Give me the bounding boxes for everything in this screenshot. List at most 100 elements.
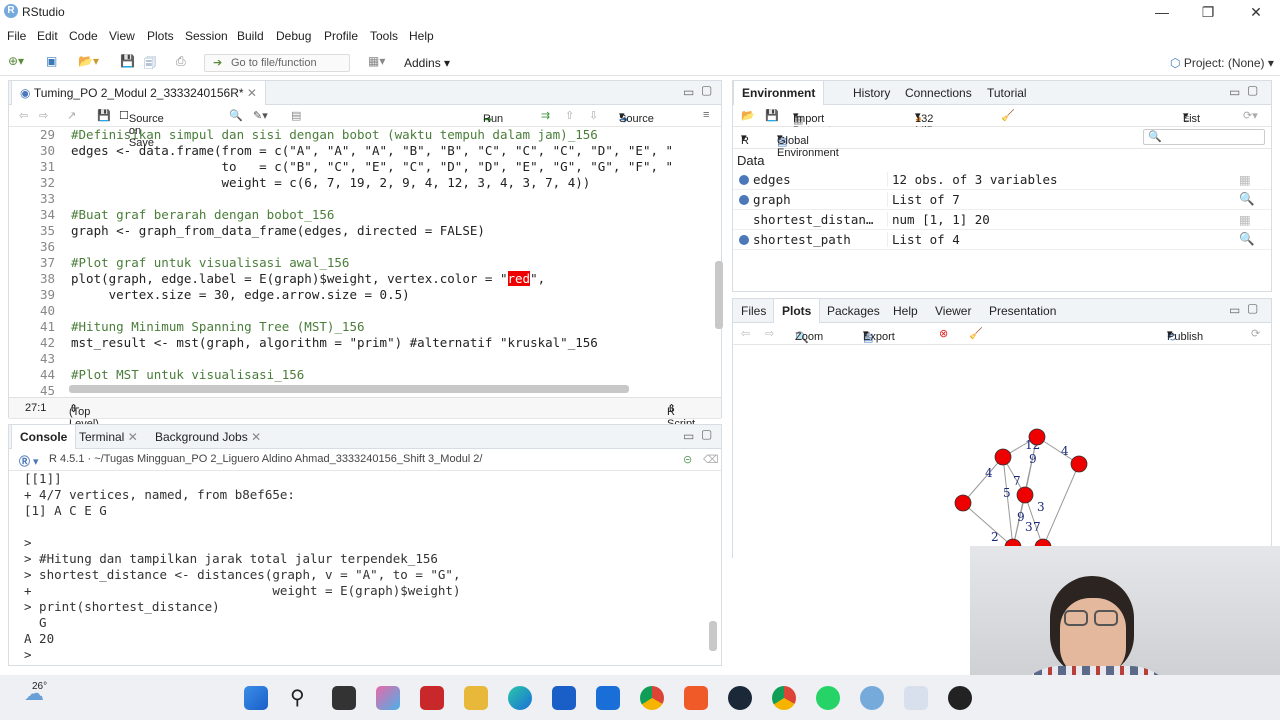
- source-button[interactable]: ➔ Source ▾: [619, 109, 654, 126]
- console-output[interactable]: [[1]] + 4/7 vertices, named, from b8ef65e…: [9, 469, 709, 665]
- next-plot-icon[interactable]: ⇨: [765, 327, 774, 340]
- tab-tutorial[interactable]: Tutorial: [979, 81, 1035, 105]
- close-jobs-icon[interactable]: ✕: [251, 430, 261, 444]
- go-down-icon[interactable]: ⇩: [589, 109, 598, 122]
- menu-debug[interactable]: Debug: [276, 29, 311, 43]
- back-arrow-icon[interactable]: ⇦: [19, 109, 28, 122]
- minimize-console-icon[interactable]: ▭: [683, 429, 694, 443]
- env-row[interactable]: shortest_path List of 4 🔍: [733, 230, 1271, 250]
- print-icon[interactable]: ⎙: [176, 54, 186, 69]
- menu-help[interactable]: Help: [409, 29, 434, 43]
- remove-plot-icon[interactable]: ⊗: [939, 327, 948, 340]
- expand-icon[interactable]: [739, 195, 749, 205]
- new-project-icon[interactable]: ▣: [46, 54, 57, 68]
- inspect-icon[interactable]: 🔍: [1239, 232, 1255, 247]
- addins-menu[interactable]: Addins ▾: [404, 56, 450, 70]
- minimize-env-icon[interactable]: ▭: [1229, 85, 1240, 99]
- file-type-selector[interactable]: R Script ⇕: [667, 402, 695, 430]
- whatsapp-icon[interactable]: [816, 686, 840, 710]
- save-file-icon[interactable]: 💾: [97, 109, 111, 122]
- close-tab-icon[interactable]: ✕: [247, 86, 257, 100]
- console-scrollbar[interactable]: [709, 621, 717, 651]
- grid-layout-icon[interactable]: ▦▾: [368, 54, 385, 68]
- rerun-icon[interactable]: ⇉: [541, 109, 550, 122]
- maximize-pane-icon[interactable]: ▢: [701, 83, 712, 97]
- menu-edit[interactable]: Edit: [37, 29, 58, 43]
- tab-viewer[interactable]: Viewer: [927, 299, 979, 323]
- tab-presentation[interactable]: Presentation: [981, 299, 1064, 323]
- minimize-plots-icon[interactable]: ▭: [1229, 303, 1240, 317]
- menu-build[interactable]: Build: [237, 29, 264, 43]
- env-row[interactable]: edges 12 obs. of 3 variables ▦: [733, 170, 1271, 190]
- view-table-icon[interactable]: ▦: [1239, 172, 1251, 187]
- editor-tab[interactable]: ◉ Tuming_PO 2_Modul 2_3333240156R* ✕: [11, 81, 266, 105]
- tab-console[interactable]: Console: [11, 425, 77, 449]
- menu-view[interactable]: View: [109, 29, 135, 43]
- obs-icon[interactable]: [948, 686, 972, 710]
- minimize-pane-icon[interactable]: ▭: [683, 85, 694, 99]
- document-outline-icon[interactable]: ▤: [291, 109, 301, 122]
- tab-history[interactable]: History: [845, 81, 898, 105]
- tab-background-jobs[interactable]: Background Jobs ✕: [147, 425, 269, 449]
- tab-terminal[interactable]: Terminal ✕: [71, 425, 146, 449]
- show-in-window-icon[interactable]: ↗: [67, 109, 76, 122]
- env-search-input[interactable]: 🔍: [1143, 129, 1265, 145]
- close-button[interactable]: ✕: [1236, 2, 1276, 22]
- go-up-icon[interactable]: ⇧: [565, 109, 574, 122]
- rstudio-taskbar-icon[interactable]: [860, 686, 884, 710]
- save-icon[interactable]: 💾: [120, 54, 135, 68]
- app-l-icon[interactable]: [420, 686, 444, 710]
- env-row[interactable]: graph List of 7 🔍: [733, 190, 1271, 210]
- forward-arrow-icon[interactable]: ⇨: [39, 109, 48, 122]
- brave-icon[interactable]: [684, 686, 708, 710]
- language-selector[interactable]: R ▾: [741, 131, 749, 147]
- inspect-icon[interactable]: 🔍: [1239, 192, 1255, 207]
- search-icon[interactable]: 🔍: [229, 109, 243, 122]
- scope-env-selector[interactable]: ▤ Global Environment ▾: [777, 131, 839, 159]
- chrome-profile-icon[interactable]: [772, 686, 796, 710]
- tab-help[interactable]: Help: [885, 299, 926, 323]
- view-table-icon[interactable]: ▦: [1239, 212, 1251, 227]
- refresh-plot-icon[interactable]: ⟳: [1251, 327, 1260, 340]
- task-view-icon[interactable]: [332, 686, 356, 710]
- source-on-save-checkbox[interactable]: ☐ Source on Save: [119, 109, 164, 149]
- view-mode-selector[interactable]: ≡ List ▾: [1183, 109, 1200, 125]
- store-icon[interactable]: [552, 686, 576, 710]
- expand-icon[interactable]: [739, 175, 749, 185]
- search-taskbar-icon[interactable]: ⚲: [290, 685, 305, 710]
- refresh-env-icon[interactable]: ⟳▾: [1243, 109, 1258, 122]
- import-dataset-button[interactable]: ▦ Import Dataset ▾: [793, 109, 831, 137]
- memory-usage[interactable]: ◕ 132 MiB ▾: [915, 109, 934, 137]
- maximize-env-icon[interactable]: ▢: [1247, 83, 1258, 97]
- tab-packages[interactable]: Packages: [819, 299, 888, 323]
- chrome-icon[interactable]: [640, 686, 664, 710]
- file-explorer-icon[interactable]: [464, 686, 488, 710]
- menu-profile[interactable]: Profile: [324, 29, 358, 43]
- project-menu[interactable]: ⬡ Project: (None) ▾: [1170, 56, 1274, 70]
- prev-plot-icon[interactable]: ⇦: [741, 327, 750, 340]
- editor-vscrollbar[interactable]: [715, 261, 723, 329]
- maximize-plots-icon[interactable]: ▢: [1247, 301, 1258, 315]
- menu-tools[interactable]: Tools: [370, 29, 398, 43]
- editor-hscrollbar[interactable]: [69, 385, 629, 393]
- copilot-icon[interactable]: [376, 686, 400, 710]
- tab-environment[interactable]: Environment: [733, 81, 825, 105]
- close-terminal-icon[interactable]: ✕: [128, 430, 138, 444]
- save-workspace-icon[interactable]: 💾: [765, 109, 779, 122]
- menu-file[interactable]: File: [7, 29, 26, 43]
- publish-button[interactable]: ⟲ Publish ▾: [1167, 327, 1203, 344]
- steam-icon[interactable]: [728, 686, 752, 710]
- tab-plots[interactable]: Plots: [773, 299, 821, 323]
- scope-selector[interactable]: (Top Level) ⇕: [69, 402, 99, 430]
- env-row[interactable]: shortest_distan… num [1, 1] 20 ▦: [733, 210, 1271, 230]
- export-button[interactable]: ▤ Export ▾: [863, 327, 895, 344]
- go-to-file-input[interactable]: ➔ Go to file/function: [204, 54, 350, 72]
- broom-icon[interactable]: 🧹: [1001, 109, 1015, 122]
- outline-menu-icon[interactable]: ≡: [703, 109, 709, 121]
- dropbox-icon[interactable]: [596, 686, 620, 710]
- tab-files[interactable]: Files: [733, 299, 774, 323]
- load-workspace-icon[interactable]: 📂: [741, 109, 755, 122]
- menu-session[interactable]: Session: [185, 29, 228, 43]
- new-file-icon[interactable]: ⊕▾: [8, 54, 24, 68]
- code-area[interactable]: 29 #Definisikan simpul dan sisi dengan bo…: [19, 127, 719, 417]
